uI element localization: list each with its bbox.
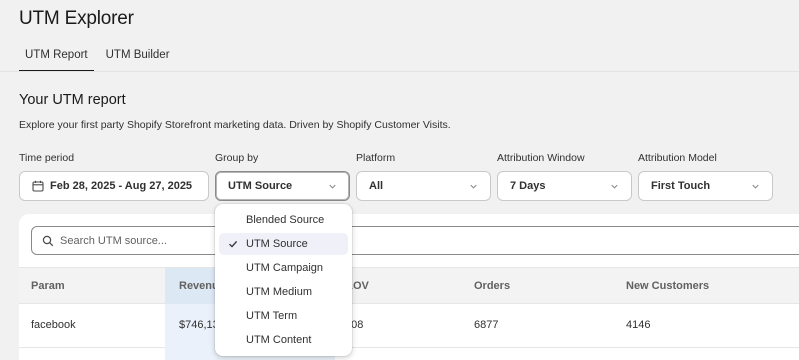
search-icon [42, 235, 54, 247]
report-title: Your UTM report [19, 92, 126, 108]
tab-bar: UTM Report UTM Builder [19, 44, 182, 72]
option-utm-term[interactable]: UTM Term [219, 305, 348, 327]
table-row[interactable]: facebook $746,13 108 6877 4146 [19, 304, 799, 360]
tab-divider [0, 71, 799, 72]
report-description: Explore your first party Shopify Storefr… [19, 119, 451, 131]
cell-param: facebook [31, 319, 76, 331]
option-utm-medium[interactable]: UTM Medium [219, 281, 348, 303]
attribution-window-value: 7 Days [510, 180, 546, 192]
tab-utm-builder[interactable]: UTM Builder [100, 44, 176, 72]
option-label: UTM Medium [246, 286, 313, 298]
time-period-label: Time period [19, 152, 75, 164]
column-header-param[interactable]: Param [31, 280, 65, 292]
option-label: UTM Content [246, 334, 312, 346]
cell-revenue: $746,13 [179, 319, 219, 331]
chevron-down-icon [469, 182, 478, 191]
platform-value: All [369, 180, 384, 192]
table-header: Param Revenue AOV Orders New Customers [19, 267, 799, 304]
attribution-model-label: Attribution Model [638, 152, 717, 164]
app-title: UTM Explorer [19, 8, 134, 29]
search-input[interactable] [60, 234, 660, 247]
group-by-select[interactable]: UTM Source [215, 171, 350, 201]
report-card: Param Revenue AOV Orders New Customers f… [19, 214, 799, 360]
platform-label: Platform [356, 152, 396, 164]
group-by-value: UTM Source [228, 180, 293, 192]
group-by-dropdown-menu: Blended Source UTM Source UTM Campaign U… [215, 204, 352, 356]
cell-new-customers: 4146 [626, 319, 651, 331]
attribution-model-value: First Touch [651, 180, 711, 192]
cell-orders: 6877 [474, 319, 499, 331]
platform-select[interactable]: All [356, 171, 491, 201]
option-label: UTM Source [246, 238, 308, 250]
time-period-value: Feb 28, 2025 - Aug 27, 2025 [50, 180, 193, 192]
time-period-picker[interactable]: Feb 28, 2025 - Aug 27, 2025 [19, 171, 209, 201]
option-label: Blended Source [246, 214, 325, 226]
option-utm-content[interactable]: UTM Content [219, 329, 348, 351]
column-header-new-customers[interactable]: New Customers [626, 280, 709, 292]
search-box[interactable] [31, 226, 799, 255]
group-by-label: Group by [215, 152, 259, 164]
attribution-model-select[interactable]: First Touch [638, 171, 773, 201]
chevron-down-icon [328, 182, 337, 191]
checkmark-icon [228, 239, 238, 249]
option-label: UTM Term [246, 310, 298, 322]
chevron-down-icon [751, 182, 760, 191]
option-blended-source[interactable]: Blended Source [219, 209, 348, 231]
attribution-window-select[interactable]: 7 Days [497, 171, 632, 201]
column-header-orders[interactable]: Orders [474, 280, 510, 292]
option-utm-campaign[interactable]: UTM Campaign [219, 257, 348, 279]
attribution-window-label: Attribution Window [497, 152, 585, 164]
option-utm-source[interactable]: UTM Source [219, 233, 348, 255]
chevron-down-icon [610, 182, 619, 191]
calendar-icon [32, 180, 44, 192]
option-label: UTM Campaign [246, 262, 324, 274]
tab-utm-report[interactable]: UTM Report [19, 44, 94, 72]
